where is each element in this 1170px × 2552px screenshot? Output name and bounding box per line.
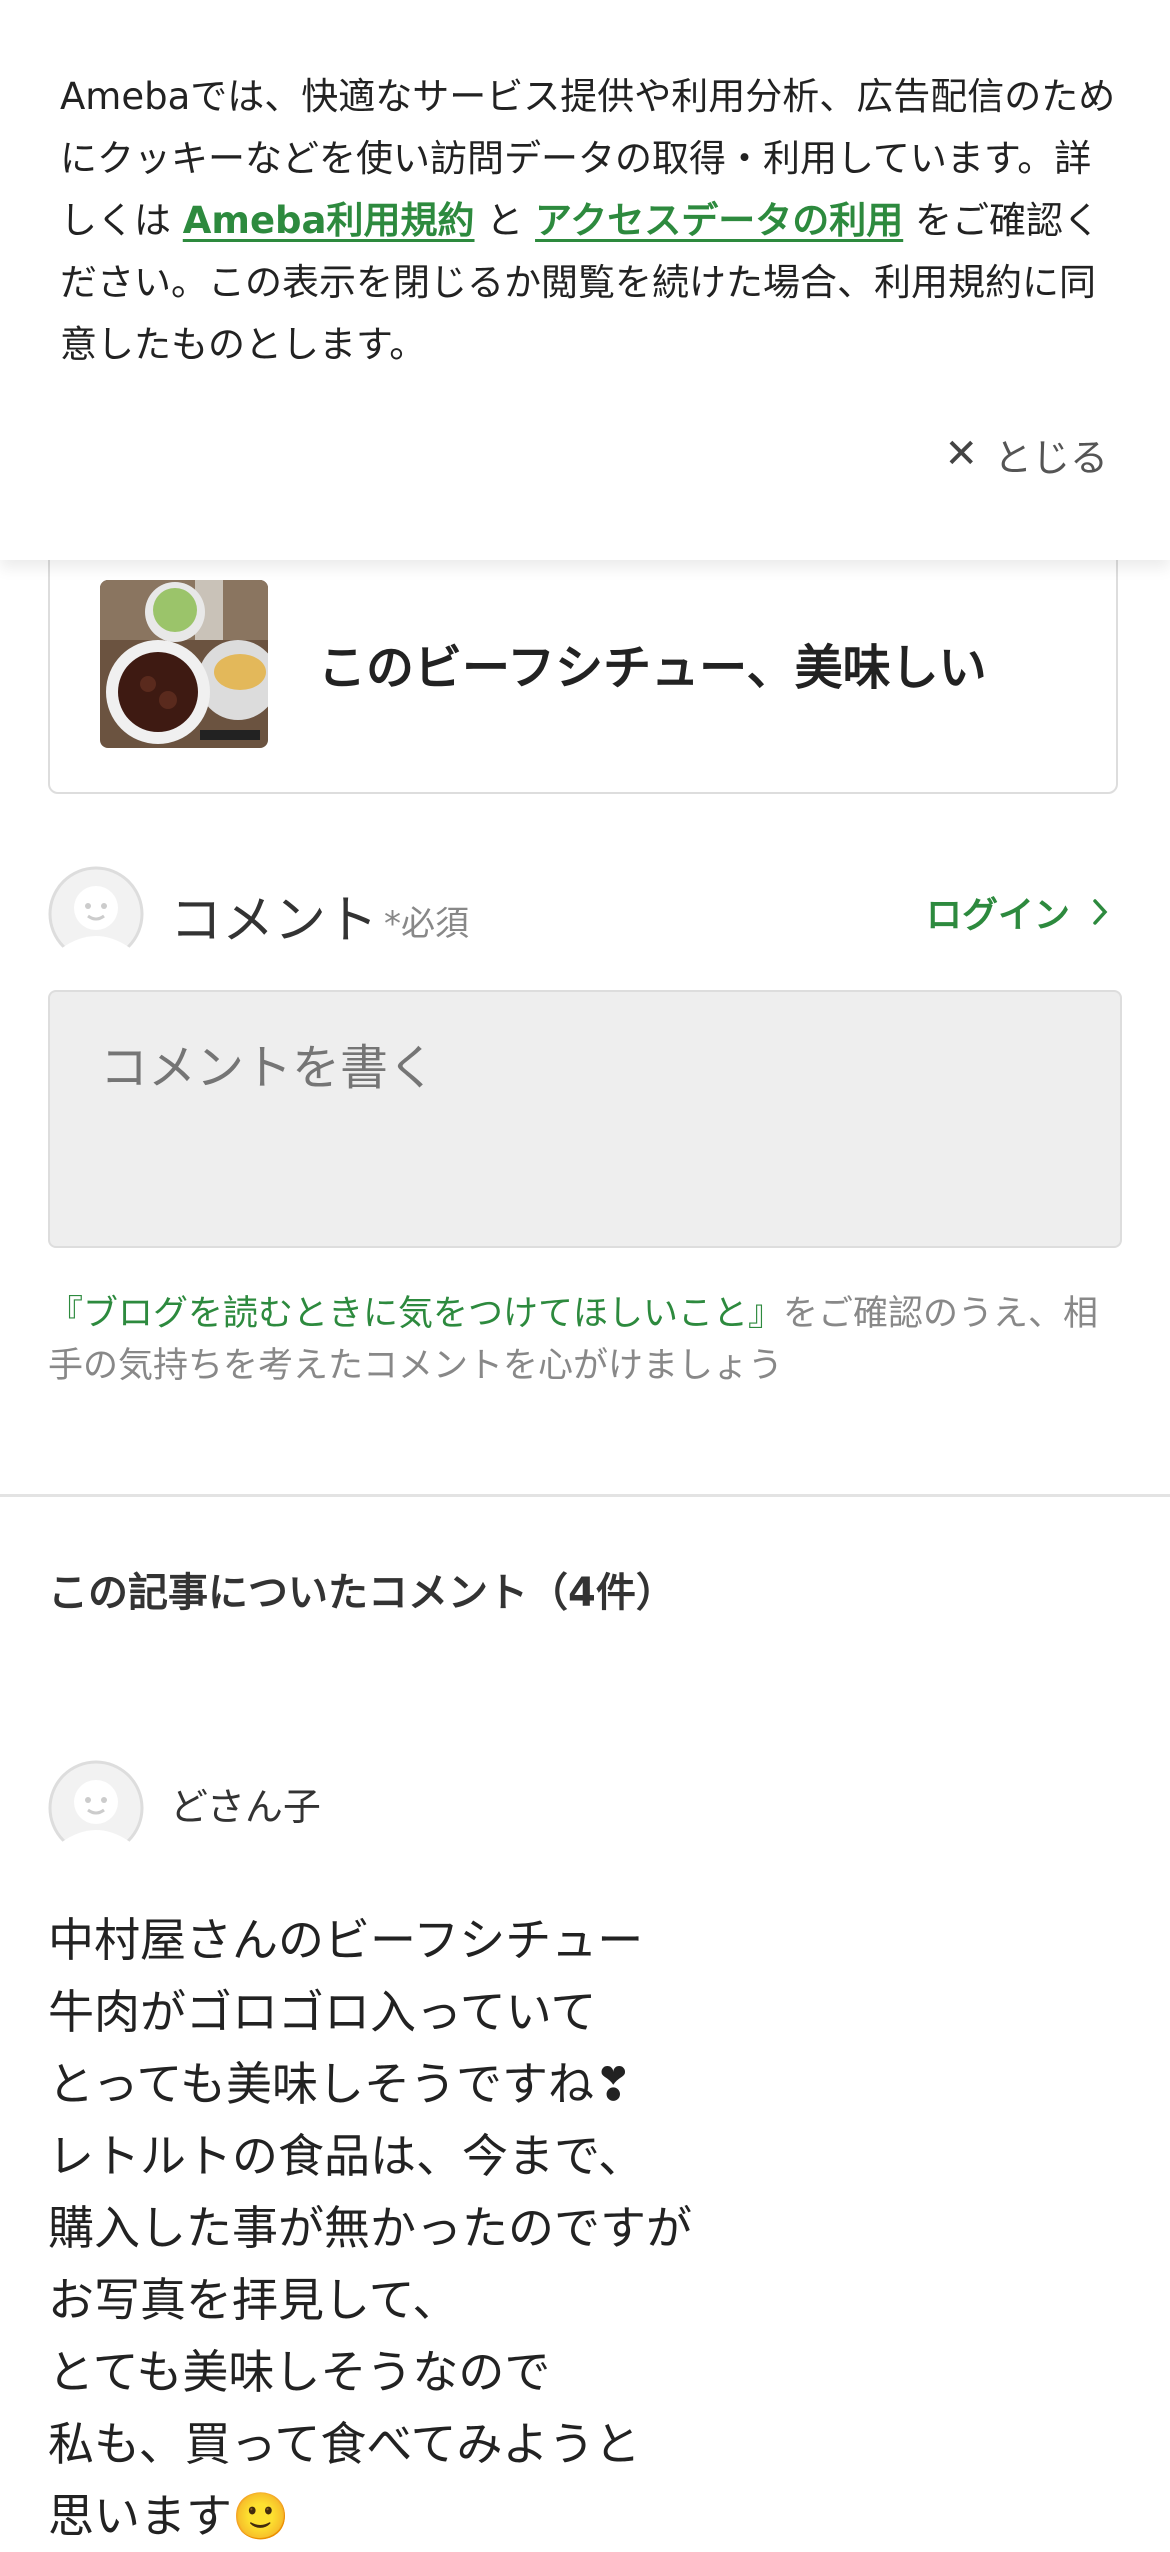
close-label: とじる: [993, 435, 1108, 480]
required-mark: *必須: [384, 904, 469, 944]
comment-line: 私も、買って食べてみようと: [48, 2417, 641, 2471]
access-data-link[interactable]: アクセスデータの利用: [535, 199, 903, 242]
commenter-name[interactable]: どさん子: [170, 1776, 321, 1831]
article-title: このビーフシチュー、美味しい: [318, 640, 987, 696]
login-link[interactable]: ログイン: [926, 886, 1108, 938]
comment-line: とっても美味しそうですね❣: [48, 2057, 633, 2111]
cookie-banner-text: Amebaでは、快適なサービス提供や利用分析、広告配信のためにクッキーなどを使い…: [60, 66, 1120, 376]
divider: [0, 1494, 1170, 1497]
avatar: [48, 866, 144, 962]
default-avatar-icon: [48, 1760, 144, 1856]
cookie-banner: Amebaでは、快適なサービス提供や利用分析、広告配信のためにクッキーなどを使い…: [0, 0, 1170, 560]
comment-line: 中村屋さんのビーフシチュー: [48, 1913, 644, 1967]
cookie-text-2: と: [474, 199, 536, 242]
close-icon: ✕: [944, 431, 978, 477]
chevron-right-icon: [1093, 899, 1108, 925]
food-photo-icon: [100, 580, 268, 748]
comments-section-title: この記事についたコメント（4件）: [48, 1570, 676, 1616]
guideline-link[interactable]: 『ブログを読むときに気をつけてほしいこと』: [48, 1294, 783, 1334]
comment-line: 購入した事が無かったのですが: [48, 2201, 692, 2255]
comment-line: お写真を拝見して、: [48, 2273, 459, 2327]
login-label: ログイン: [925, 895, 1070, 936]
article-thumbnail: [100, 580, 268, 748]
close-banner-button[interactable]: ✕ とじる: [944, 424, 1108, 484]
comment-guideline-notice: 『ブログを読むときに気をつけてほしいこと』をご確認のうえ、相手の気持ちを考えたコ…: [48, 1288, 1128, 1392]
comment-line: レトルトの食品は、今まで、: [48, 2129, 645, 2183]
comment-body: 中村屋さんのビーフシチュー 牛肉がゴロゴロ入っていて とっても美味しそうですね❣…: [48, 1904, 692, 2552]
commenter-avatar[interactable]: [48, 1760, 144, 1856]
terms-link[interactable]: Ameba利用規約: [183, 199, 475, 242]
comment-form-label: コメント: [170, 891, 379, 951]
comment-input[interactable]: [48, 990, 1122, 1248]
default-avatar-icon: [48, 866, 144, 962]
comment-line: 思います🙂: [48, 2489, 290, 2543]
related-article-card[interactable]: このビーフシチュー、美味しい: [48, 520, 1118, 794]
comment-line: 牛肉がゴロゴロ入っていて: [48, 1985, 597, 2039]
comment-line: とても美味しそうなので: [48, 2345, 551, 2399]
